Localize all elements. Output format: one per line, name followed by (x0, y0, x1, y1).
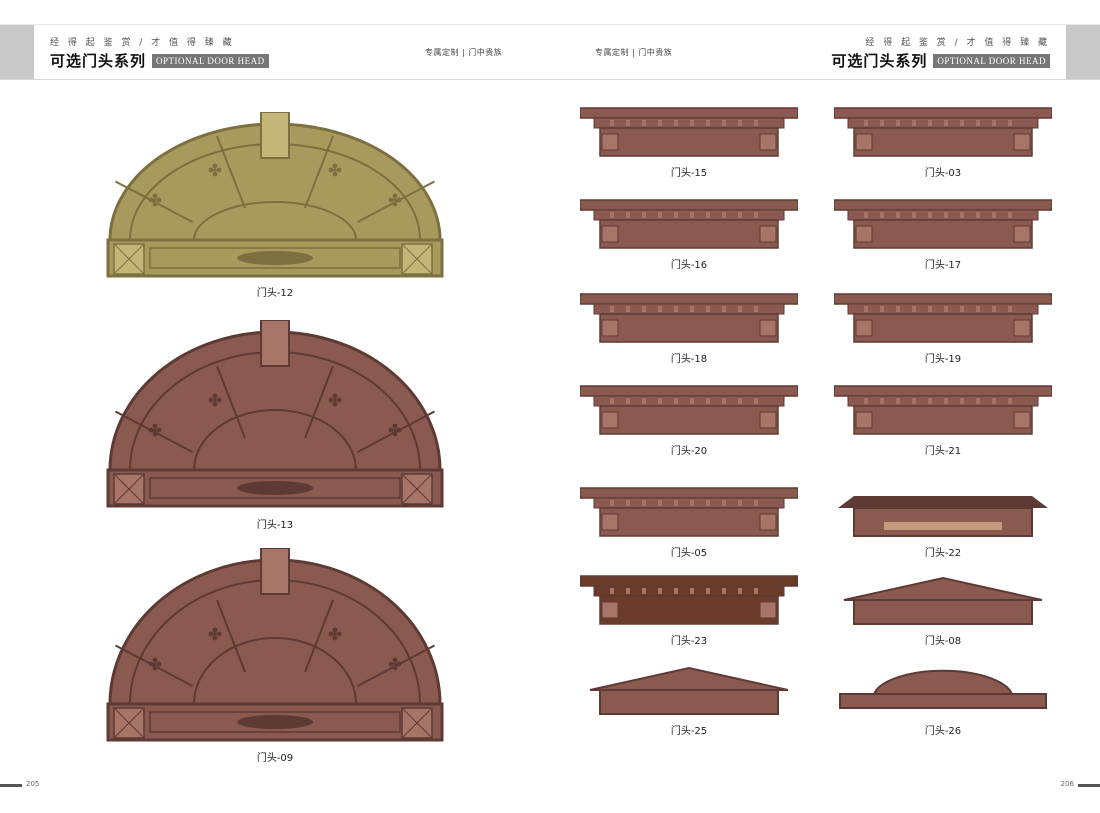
product-caption: 门头-16 (670, 260, 708, 271)
door-head-image (579, 293, 799, 343)
door-head-product (104, 111, 446, 284)
product-caption: 门头-21 (924, 446, 962, 457)
page-number-right: 206 (1060, 780, 1074, 788)
right-page-tab (1066, 25, 1100, 79)
door-head-image (833, 385, 1053, 435)
door-head-image (579, 487, 799, 537)
product-caption: 门头-09 (256, 753, 294, 764)
door-head-image (579, 107, 799, 157)
product-caption: 门头-15 (670, 168, 708, 179)
arch-door-head-image (106, 319, 444, 508)
door-head-product: 门头-23 (579, 574, 799, 647)
arch-door-head-image (106, 111, 444, 278)
product-caption: 门头-23 (670, 636, 708, 647)
product-caption: 门头-19 (924, 354, 962, 365)
door-head-product: 门头-18 (579, 292, 799, 365)
series-title-en-left: OPTIONAL DOOR HEAD (152, 53, 269, 68)
door-head-product: 门头-16 (579, 198, 799, 271)
series-title-en-right: OPTIONAL DOOR HEAD (933, 53, 1050, 68)
door-head-product: 门头-21 (833, 384, 1053, 457)
series-title-right: 可选门头系列 (831, 52, 928, 70)
door-head-product: 门头-17 (833, 198, 1053, 271)
product-caption: 门头-03 (924, 168, 962, 179)
product-caption: 门头-05 (670, 548, 708, 559)
door-head-image (579, 385, 799, 435)
door-head-product: 门头-22 (834, 486, 1052, 559)
door-head-product: 门头-03 (833, 106, 1053, 179)
page-header: 经 得 起 鉴 赏 / 才 值 得 臻 藏 可选门头系列 OPTIONAL DO… (0, 24, 1100, 80)
page-number-left: 205 (26, 780, 40, 788)
door-head-image (838, 496, 1048, 537)
door-head-product: 门头-25 (580, 664, 798, 737)
header-brand-right: 经 得 起 鉴 赏 / 才 值 得 臻 藏 可选门头系列 OPTIONAL DO… (831, 35, 1050, 71)
door-head-product: 门头-20 (579, 384, 799, 457)
product-caption: 门头-13 (256, 520, 294, 531)
door-head-image (833, 107, 1053, 157)
footer-bar-right (1078, 784, 1100, 787)
tagline-left: 专属定制 | 门中贵族 (425, 48, 503, 57)
door-head-image (589, 666, 789, 715)
header-brand-left: 经 得 起 鉴 赏 / 才 值 得 臻 藏 可选门头系列 OPTIONAL DO… (50, 35, 269, 71)
door-head-product: 门头-05 (579, 486, 799, 559)
slogan-right: 经 得 起 鉴 赏 / 才 值 得 臻 藏 (865, 38, 1050, 48)
product-caption: 门头-12 (256, 288, 294, 299)
series-title-left: 可选门头系列 (50, 52, 147, 70)
product-caption: 门头-20 (670, 446, 708, 457)
door-head-image (833, 199, 1053, 249)
tagline-right: 专属定制 | 门中贵族 (595, 48, 673, 57)
door-head-product: 门头-08 (834, 574, 1052, 647)
product-caption: 门头-26 (924, 726, 962, 737)
door-head-image (833, 293, 1053, 343)
arch-door-head-image (106, 547, 444, 742)
door-head-image (843, 576, 1043, 625)
door-head-product (104, 319, 446, 514)
product-caption: 门头-18 (670, 354, 708, 365)
door-head-product: 门头-19 (833, 292, 1053, 365)
left-page-tab (0, 25, 34, 79)
footer-bar-left (0, 784, 22, 787)
door-head-product: 门头-26 (834, 664, 1052, 737)
product-caption: 门头-08 (924, 636, 962, 647)
product-caption: 门头-22 (924, 548, 962, 559)
door-head-image (579, 575, 799, 625)
door-head-product: 门头-15 (579, 106, 799, 179)
product-caption: 门头-17 (924, 260, 962, 271)
door-head-product (104, 547, 446, 748)
door-head-image (579, 199, 799, 249)
product-caption: 门头-25 (670, 726, 708, 737)
slogan-left: 经 得 起 鉴 赏 / 才 值 得 臻 藏 (50, 38, 235, 48)
door-head-image (839, 669, 1047, 709)
